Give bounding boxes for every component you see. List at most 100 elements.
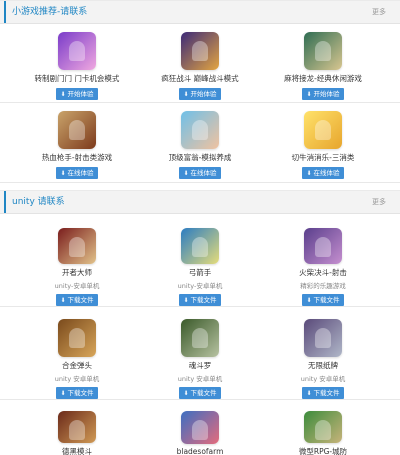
game-thumb-icon[interactable] [58,228,96,265]
game-name[interactable]: 转制剧门门 门卡机会模式 [17,73,137,84]
game-card[interactable]: 火柴决斗-射击 精彩的乐趣游戏 ⬇ 下载文件 [268,228,378,306]
download-icon: ⬇ [306,170,312,177]
game-thumb-icon[interactable] [304,111,342,149]
game-name[interactable]: 切牛消消乐-三消类 [263,152,383,163]
game-card[interactable]: 德黑模斗 [22,411,132,455]
thumb-figure-icon [69,41,85,61]
button-label: 下载文件 [190,389,217,397]
button-label: 下载文件 [67,389,94,397]
game-subtitle: unity 安卓单机 [177,375,223,383]
game-subtitle: unity 安卓单机 [54,375,100,383]
game-card[interactable]: bladesofarm [145,411,255,455]
game-card[interactable]: 开者大师 unity-安卓单机 ⬇ 下载文件 [22,228,132,306]
game-card[interactable]: 弓箭手 unity-安卓单机 ⬇ 下载文件 [145,228,255,306]
section-title: 小游戏推荐-请联系 [4,1,87,23]
game-thumb-icon[interactable] [181,228,219,265]
download-button[interactable]: ⬇ 下载文件 [302,387,344,399]
game-name[interactable]: 麻将接龙-经典休闲游戏 [263,73,383,84]
section-title: unity 请联系 [4,191,65,213]
game-thumb-icon[interactable] [181,411,219,445]
game-card[interactable]: 微型RPG-城防 [268,411,378,455]
game-card[interactable]: 合金弹头 unity 安卓单机 ⬇ 下载文件 [22,319,132,399]
game-thumb-icon[interactable] [181,319,219,357]
thumb-figure-icon [315,420,331,440]
game-row: 合金弹头 unity 安卓单机 ⬇ 下载文件 魂斗罗 unity 安卓单机 ⬇ 下载… [0,307,400,400]
button-label: 在线体验 [313,169,340,177]
download-button[interactable]: ⬇ 下载文件 [179,387,221,399]
game-thumb-icon[interactable] [304,32,342,70]
game-thumb-icon[interactable] [58,411,96,443]
game-name[interactable]: 热血枪手-射击类游戏 [17,152,137,163]
game-thumb-icon[interactable] [181,32,219,70]
button-label: 在线体验 [67,169,94,177]
game-card[interactable]: 切牛消消乐-三消类 ⬇ 在线体验 [268,111,378,182]
more-link[interactable]: 更多 [372,1,386,23]
game-card[interactable]: 无限纸牌 unity 安卓单机 ⬇ 下载文件 [268,319,378,399]
game-name[interactable]: 微型RPG-城防 [263,446,383,455]
download-icon: ⬇ [306,91,312,98]
section-header: unity 请联系 更多 [0,190,400,214]
play-button[interactable]: ⬇ 开始体验 [56,88,98,100]
game-name[interactable]: 顶级富翁-模拟养成 [140,152,260,163]
thumb-figure-icon [315,120,331,140]
game-row: 开者大师 unity-安卓单机 ⬇ 下载文件 弓箭手 unity-安卓单机 ⬇ 下载… [0,214,400,307]
game-thumb-icon[interactable] [58,319,96,357]
download-button[interactable]: ⬇ 下载文件 [56,387,98,399]
game-thumb-icon[interactable] [304,411,342,443]
section-mini-games: 小游戏推荐-请联系 更多 转制剧门门 门卡机会模式 ⬇ 开始体验 疯狂战斗 巅峰战… [0,0,400,183]
download-icon: ⬇ [183,91,189,98]
game-card[interactable]: 转制剧门门 门卡机会模式 ⬇ 开始体验 [22,32,132,102]
game-card[interactable]: 魂斗罗 unity 安卓单机 ⬇ 下载文件 [145,319,255,399]
game-row: 转制剧门门 门卡机会模式 ⬇ 开始体验 疯狂战斗 巅峰战斗模式 ⬇ 开始体验 麻将接… [0,24,400,103]
play-button[interactable]: ⬇ 在线体验 [302,167,344,179]
game-name[interactable]: 弓箭手 [140,267,260,278]
thumb-figure-icon [69,120,85,140]
download-icon: ⬇ [306,390,312,397]
game-name[interactable]: 火柴决斗-射击 [263,267,383,278]
download-button[interactable]: ⬇ 下载文件 [179,294,221,306]
play-button[interactable]: ⬇ 在线体验 [179,167,221,179]
game-name[interactable]: 魂斗罗 [140,360,260,371]
button-label: 在线体验 [190,169,217,177]
button-label: 下载文件 [313,389,340,397]
thumb-figure-icon [69,328,85,348]
game-row: 德黑模斗 bladesofarm 微型RPG-城防 [0,400,400,455]
game-name[interactable]: 合金弹头 [17,360,137,371]
game-name[interactable]: 无限纸牌 [263,360,383,371]
thumb-figure-icon [192,120,208,140]
thumb-figure-icon [69,420,85,440]
game-card[interactable]: 顶级富翁-模拟养成 ⬇ 在线体验 [145,111,255,182]
game-subtitle: unity-安卓单机 [177,282,223,290]
section-unity: unity 请联系 更多 开者大师 unity-安卓单机 ⬇ 下载文件 弓箭手 u… [0,190,400,455]
game-thumb-icon[interactable] [58,32,96,70]
download-icon: ⬇ [183,297,189,304]
play-button[interactable]: ⬇ 开始体验 [302,88,344,100]
download-icon: ⬇ [183,390,189,397]
download-icon: ⬇ [183,170,189,177]
game-thumb-icon[interactable] [304,228,342,265]
play-button[interactable]: ⬇ 在线体验 [56,167,98,179]
game-name[interactable]: bladesofarm [140,447,260,455]
thumb-figure-icon [192,420,208,440]
game-thumb-icon[interactable] [181,111,219,149]
download-icon: ⬇ [60,297,66,304]
game-thumb-icon[interactable] [304,319,342,357]
game-card[interactable]: 疯狂战斗 巅峰战斗模式 ⬇ 开始体验 [145,32,255,102]
play-button[interactable]: ⬇ 开始体验 [179,88,221,100]
game-subtitle: 精彩的乐趣游戏 [300,282,346,290]
game-subtitle: unity-安卓单机 [54,282,100,290]
download-icon: ⬇ [60,390,66,397]
more-link[interactable]: 更多 [372,191,386,213]
download-icon: ⬇ [306,297,312,304]
game-thumb-icon[interactable] [58,111,96,149]
download-button[interactable]: ⬇ 下载文件 [56,294,98,306]
download-button[interactable]: ⬇ 下载文件 [302,294,344,306]
button-label: 下载文件 [67,296,94,304]
game-card[interactable]: 麻将接龙-经典休闲游戏 ⬇ 开始体验 [268,32,378,102]
game-name[interactable]: 德黑模斗 [17,446,137,455]
game-card[interactable]: 热血枪手-射击类游戏 ⬇ 在线体验 [22,111,132,182]
game-row: 热血枪手-射击类游戏 ⬇ 在线体验 顶级富翁-模拟养成 ⬇ 在线体验 切牛消消乐-三… [0,103,400,183]
game-name[interactable]: 疯狂战斗 巅峰战斗模式 [140,73,260,84]
game-name[interactable]: 开者大师 [17,267,137,278]
